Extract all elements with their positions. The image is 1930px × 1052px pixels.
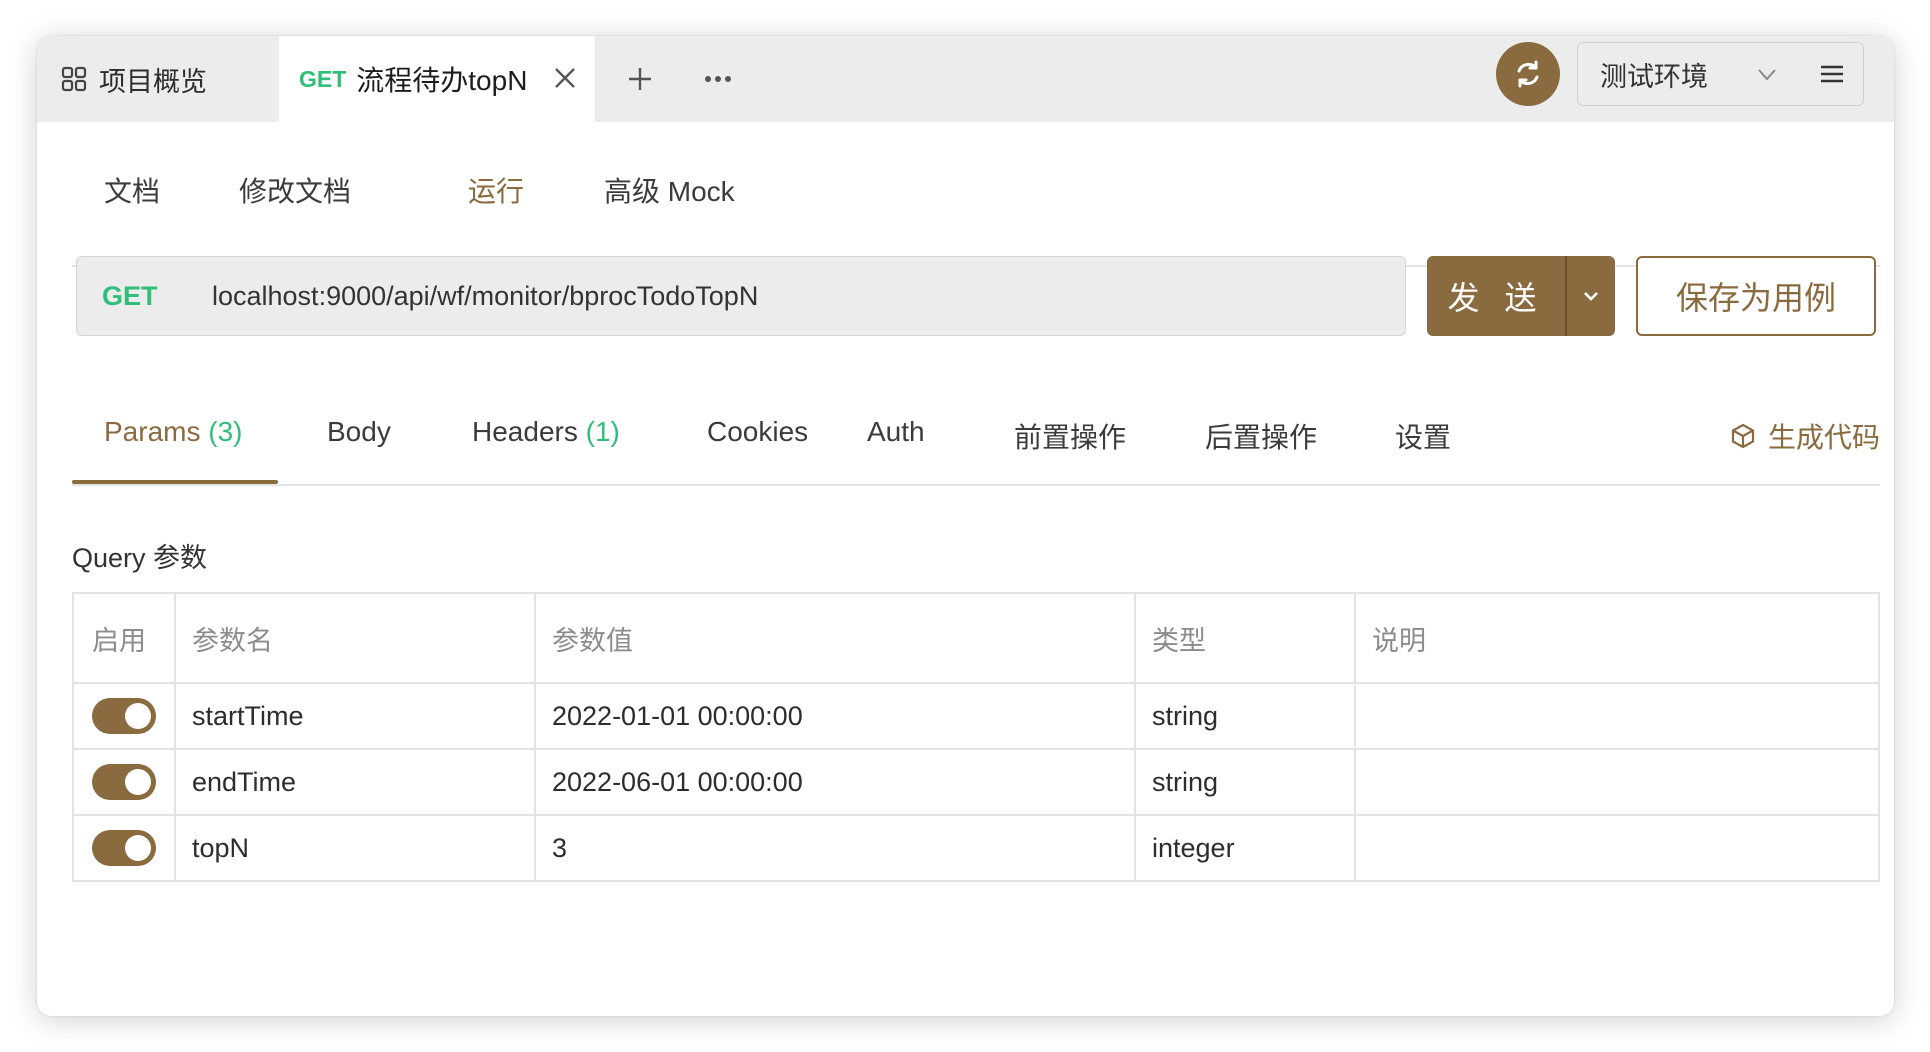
param-type-cell[interactable]: string — [1134, 682, 1356, 750]
app-window: 项目概览 GET 流程待办topN 测试环境 文档 修改文档 运行 高级 Moc… — [37, 36, 1894, 1016]
col-param-name: 参数名 — [174, 592, 536, 684]
tab-method-badge: GET — [299, 65, 347, 92]
subtab-edit-doc[interactable]: 修改文档 — [239, 170, 351, 210]
tab-params-count: (3) — [208, 416, 243, 447]
send-dropdown-toggle[interactable] — [1567, 286, 1616, 306]
hamburger-menu-icon — [1820, 65, 1843, 83]
enable-toggle[interactable] — [92, 830, 156, 866]
tab-project-overview-label: 项目概览 — [99, 66, 207, 97]
add-tab-button[interactable] — [619, 58, 661, 100]
tab-params-label: Params — [104, 416, 201, 447]
tab-auth[interactable]: Auth — [867, 416, 925, 448]
query-params-table: 启用 参数名 参数值 类型 说明 startTime 2022-01-01 00… — [72, 592, 1880, 882]
toggle-knob — [125, 769, 151, 795]
table-header-row: 启用 参数名 参数值 类型 说明 — [72, 592, 1880, 684]
col-param-value: 参数值 — [534, 592, 1136, 684]
param-name-cell[interactable]: topN — [174, 814, 536, 882]
col-type: 类型 — [1134, 592, 1356, 684]
environment-select[interactable]: 测试环境 — [1577, 42, 1801, 106]
param-name-cell[interactable]: startTime — [174, 682, 536, 750]
param-type-cell[interactable]: string — [1134, 748, 1356, 816]
param-value-cell[interactable]: 3 — [534, 814, 1136, 882]
param-name-cell[interactable]: endTime — [174, 748, 536, 816]
subtab-doc[interactable]: 文档 — [104, 170, 160, 210]
code-cube-icon — [1731, 423, 1755, 449]
tab-project-overview[interactable]: 项目概览 — [61, 36, 207, 122]
sync-button[interactable] — [1496, 42, 1560, 106]
request-method[interactable]: GET — [102, 281, 212, 312]
save-as-case-button[interactable]: 保存为用例 — [1636, 256, 1876, 336]
grid-icon — [61, 66, 87, 92]
top-tab-bar: 项目概览 GET 流程待办topN 测试环境 — [37, 36, 1894, 122]
close-icon[interactable] — [551, 64, 579, 92]
send-button[interactable]: 发 送 — [1427, 256, 1615, 336]
col-enable: 启用 — [72, 592, 176, 684]
tab-cookies[interactable]: Cookies — [707, 416, 808, 448]
enable-toggle[interactable] — [92, 698, 156, 734]
tab-headers-label: Headers — [472, 416, 578, 447]
tab-params[interactable]: Params (3) — [104, 416, 242, 448]
tab-request-name: 流程待办topN — [356, 65, 528, 96]
plus-icon — [629, 68, 651, 90]
doc-subtabs: 文档 修改文档 运行 高级 Mock — [72, 122, 1880, 267]
more-tabs-button[interactable] — [697, 58, 739, 100]
table-row: endTime 2022-06-01 00:00:00 string — [72, 748, 1880, 816]
tab-post-operations[interactable]: 后置操作 — [1205, 416, 1317, 456]
param-value-cell[interactable]: 2022-01-01 00:00:00 — [534, 682, 1136, 750]
generate-code-label: 生成代码 — [1767, 422, 1880, 453]
tab-active-request[interactable]: GET 流程待办topN — [279, 36, 595, 122]
subtab-advanced-mock[interactable]: 高级 Mock — [604, 170, 735, 210]
enable-toggle[interactable] — [92, 764, 156, 800]
param-type-cell[interactable]: integer — [1134, 814, 1356, 882]
sync-icon — [1517, 60, 1539, 88]
tab-body[interactable]: Body — [327, 416, 391, 448]
environment-label: 测试环境 — [1600, 61, 1708, 92]
tab-headers[interactable]: Headers (1) — [472, 416, 620, 448]
table-row: startTime 2022-01-01 00:00:00 string — [72, 682, 1880, 750]
param-value-cell[interactable]: 2022-06-01 00:00:00 — [534, 748, 1136, 816]
param-desc-cell[interactable] — [1354, 682, 1880, 750]
request-url-input[interactable]: localhost:9000/api/wf/monitor/bprocTodoT… — [212, 281, 758, 312]
chevron-down-icon — [1758, 69, 1776, 81]
col-description: 说明 — [1354, 592, 1880, 684]
param-desc-cell[interactable] — [1354, 748, 1880, 816]
active-reqtab-indicator — [72, 480, 278, 484]
table-row: topN 3 integer — [72, 814, 1880, 882]
enable-cell — [72, 682, 176, 750]
subtab-run[interactable]: 运行 — [468, 170, 524, 210]
tab-headers-count: (1) — [585, 416, 620, 447]
toggle-knob — [125, 703, 151, 729]
enable-cell — [72, 814, 176, 882]
request-tabs: Params (3) Body Headers (1) Cookies Auth… — [72, 366, 1880, 486]
chevron-down-icon — [1583, 292, 1598, 301]
query-params-title: Query 参数 — [72, 543, 208, 573]
tab-pre-operations[interactable]: 前置操作 — [1014, 416, 1126, 456]
send-button-label: 发 送 — [1447, 280, 1545, 316]
ellipsis-icon — [705, 76, 731, 82]
toggle-knob — [125, 835, 151, 861]
param-desc-cell[interactable] — [1354, 814, 1880, 882]
tab-settings[interactable]: 设置 — [1395, 416, 1451, 456]
menu-button[interactable] — [1800, 42, 1864, 106]
generate-code-button[interactable]: 生成代码 — [1730, 416, 1880, 456]
enable-cell — [72, 748, 176, 816]
request-url-bar[interactable]: GET localhost:9000/api/wf/monitor/bprocT… — [76, 256, 1406, 336]
